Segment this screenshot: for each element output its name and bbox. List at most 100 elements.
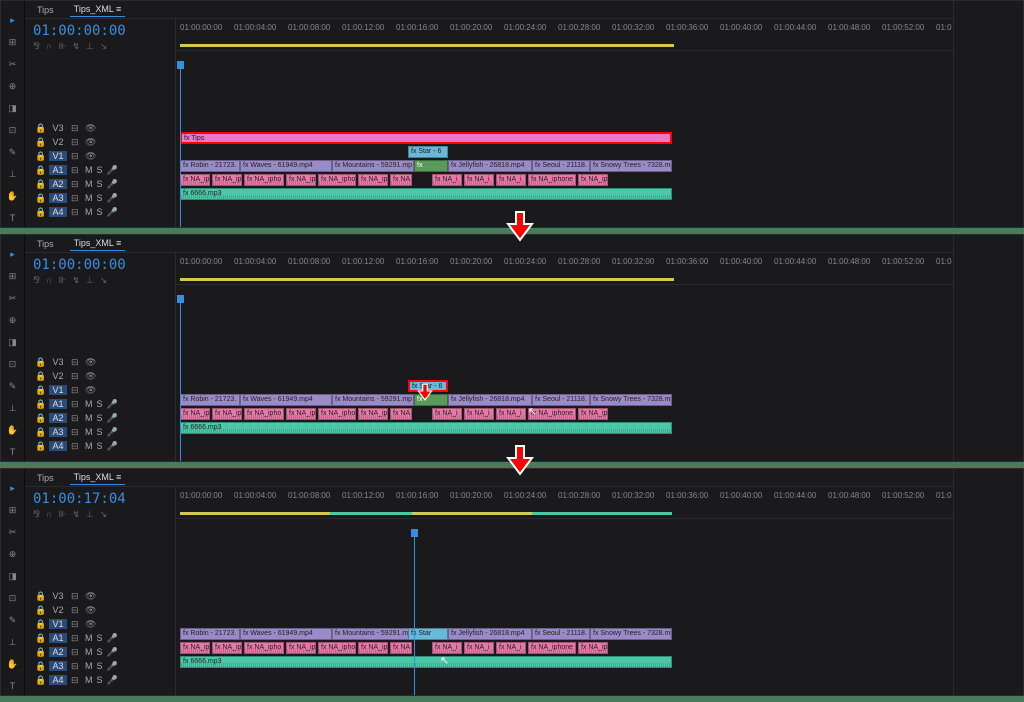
track-header-V2[interactable]: 🔒V2⊟👁 (25, 135, 175, 149)
track-v2[interactable]: fx Star - 6 (176, 145, 953, 159)
clip-video[interactable]: fx Snowy Trees - 7328.mp4 (590, 394, 672, 406)
track-header-V2[interactable]: 🔒V2⊟👁 (25, 603, 175, 617)
clip-audio[interactable]: fx NA_ip (358, 174, 388, 186)
clip-video[interactable]: fx Seoul - 21118. (532, 394, 590, 406)
track-a1[interactable]: fx NA_ipfx NA_ipfx NA_iphofx NA_ipfx NA_… (176, 641, 953, 655)
tracks-content[interactable]: ↖fx Star - 6fx Robin - 21723.fx Waves - … (175, 285, 953, 461)
tool-2[interactable]: ✂ (4, 523, 22, 541)
clip-audio[interactable]: fx NA_ipho (318, 642, 356, 654)
tool-6[interactable]: ✎ (4, 377, 22, 395)
clip-audio[interactable]: fx NA_iphone (528, 174, 576, 186)
tracks-content[interactable]: fx Tips fx Star - 6 fx Robin - 21723.fx Wa… (175, 51, 953, 227)
tool-4[interactable]: ◨ (4, 99, 22, 117)
work-area-bar[interactable] (532, 512, 672, 515)
track-a1[interactable]: fx NA_ipfx NA_ipfx NA_iphofx NA_ipfx NA_… (176, 407, 953, 421)
clip-audio[interactable]: fx NA_ipho (244, 408, 284, 420)
tool-3[interactable]: ⊕ (4, 77, 22, 95)
tool-2[interactable]: ✂ (4, 289, 22, 307)
clip-video[interactable]: fx Jellyfish - 26818.mp4 (448, 160, 532, 172)
clip-video[interactable]: fx Robin - 21723. (180, 628, 240, 640)
track-header-V1[interactable]: 🔒V1⊟👁 (25, 617, 175, 631)
track-a2[interactable]: fx 6666.mp3 (176, 187, 953, 201)
track-a2[interactable]: fx 6666.mp3 (176, 421, 953, 435)
tool-1[interactable]: ⊞ (4, 267, 22, 285)
clip-music[interactable]: fx 6666.mp3 (180, 188, 672, 200)
clip-video[interactable]: fx Mountains - 59291.mp (332, 394, 414, 406)
tab-Tips_XML[interactable]: Tips_XML ≡ (70, 470, 126, 485)
clip-video[interactable]: fx Robin - 21723. (180, 394, 240, 406)
tool-6[interactable]: ✎ (4, 611, 22, 629)
tool-8[interactable]: ✋ (4, 421, 22, 439)
clip-title[interactable]: fx Tips (180, 132, 672, 144)
tab-Tips[interactable]: Tips (33, 471, 58, 485)
tool-3[interactable]: ⊕ (4, 545, 22, 563)
tool-8[interactable]: ✋ (4, 187, 22, 205)
clip-audio[interactable]: fx NA_ipho (318, 174, 356, 186)
timecode-display[interactable]: 01:00:17:04⅋∩⊪↯⊥↘ (25, 487, 175, 519)
track-header-A4[interactable]: 🔒A4⊟MS🎤 (25, 439, 175, 453)
clip-audio[interactable]: fx NA_ip (180, 174, 210, 186)
time-ruler[interactable]: 01:00:00:0001:00:04:0001:00:08:0001:00:1… (175, 487, 953, 519)
track-v1[interactable]: fx Robin - 21723.fx Waves - 61949.mp4fx … (176, 393, 953, 407)
clip-video[interactable]: fx Waves - 61949.mp4 (240, 394, 332, 406)
clip-audio[interactable]: fx NA (390, 408, 412, 420)
track-v1[interactable]: fx Robin - 21723.fx Waves - 61949.mp4fx … (176, 627, 953, 641)
track-header-A1[interactable]: 🔒A1⊟MS🎤 (25, 163, 175, 177)
tab-Tips[interactable]: Tips (33, 237, 58, 251)
work-area-bar[interactable] (180, 44, 674, 47)
tool-9[interactable]: T (4, 209, 22, 227)
tool-2[interactable]: ✂ (4, 55, 22, 73)
clip-music[interactable]: fx 6666.mp3 (180, 656, 672, 668)
time-ruler[interactable]: 01:00:00:0001:00:04:0001:00:08:0001:00:1… (175, 19, 953, 51)
tool-8[interactable]: ✋ (4, 655, 22, 673)
track-a1[interactable]: fx NA_ipfx NA_ipfx NA_iphofx NA_ipfx NA_… (176, 173, 953, 187)
tool-0[interactable]: ▸ (4, 479, 22, 497)
clip-audio[interactable]: fx NA_ip (358, 408, 388, 420)
clip-audio[interactable]: fx NA_ipho (244, 174, 284, 186)
clip-star[interactable]: fx Star - 6 (408, 146, 448, 158)
track-header-A1[interactable]: 🔒A1⊟MS🎤 (25, 397, 175, 411)
tab-Tips_XML[interactable]: Tips_XML ≡ (70, 236, 126, 251)
clip-audio[interactable]: fx NA (390, 642, 412, 654)
work-area-bar[interactable] (180, 512, 330, 515)
tool-7[interactable]: ⊥ (4, 399, 22, 417)
tool-0[interactable]: ▸ (4, 11, 22, 29)
clip-audio[interactable]: fx NA_i (496, 642, 526, 654)
clip-audio[interactable]: fx NA_ip (286, 174, 316, 186)
clip-video[interactable]: fx Snowy Trees - 7328.mp4 (590, 160, 672, 172)
clip-audio[interactable]: fx NA_i (496, 174, 526, 186)
track-header-A4[interactable]: 🔒A4⊟MS🎤 (25, 673, 175, 687)
track-header-V3[interactable]: 🔒V3⊟👁 (25, 355, 175, 369)
playhead[interactable] (180, 299, 181, 461)
clip-audio[interactable]: fx NA_i (432, 642, 462, 654)
track-header-A3[interactable]: 🔒A3⊟MS🎤 (25, 659, 175, 673)
timecode-display[interactable]: 01:00:00:00⅋∩⊪↯⊥↘ (25, 253, 175, 285)
tool-0[interactable]: ▸ (4, 245, 22, 263)
track-v2[interactable]: fx Star - 6 (176, 379, 953, 393)
playhead[interactable] (414, 533, 415, 695)
clip-audio[interactable]: fx NA_ip (358, 642, 388, 654)
clip-audio[interactable]: fx NA_ip (578, 174, 608, 186)
clip-video[interactable]: fx Robin - 21723. (180, 160, 240, 172)
clip-video[interactable]: fx Mountains - 59291.mp (332, 628, 414, 640)
clip-video[interactable]: fx Waves - 61949.mp4 (240, 160, 332, 172)
track-header-A3[interactable]: 🔒A3⊟MS🎤 (25, 191, 175, 205)
clip-video[interactable]: fx Mountains - 59291.mp (332, 160, 414, 172)
tool-1[interactable]: ⊞ (4, 33, 22, 51)
clip-video[interactable]: fx Waves - 61949.mp4 (240, 628, 332, 640)
clip-audio[interactable]: fx NA_ip (578, 408, 608, 420)
clip-audio[interactable]: fx NA_ip (180, 408, 210, 420)
tab-Tips[interactable]: Tips (33, 3, 58, 17)
clip-audio[interactable]: fx NA_ip (212, 408, 242, 420)
tool-6[interactable]: ✎ (4, 143, 22, 161)
tool-5[interactable]: ⊡ (4, 121, 22, 139)
track-header-V3[interactable]: 🔒V3⊟👁 (25, 589, 175, 603)
time-ruler[interactable]: 01:00:00:0001:00:04:0001:00:08:0001:00:1… (175, 253, 953, 285)
tool-7[interactable]: ⊥ (4, 633, 22, 651)
track-a2[interactable]: fx 6666.mp3 (176, 655, 953, 669)
clip-audio[interactable]: fx NA_i (432, 408, 462, 420)
clip-video[interactable]: fx Jellyfish - 26818.mp4 (448, 394, 532, 406)
playhead[interactable] (180, 65, 181, 227)
clip-video[interactable]: fx Seoul - 21118. (532, 160, 590, 172)
clip-audio[interactable]: fx NA_ipho (244, 642, 284, 654)
